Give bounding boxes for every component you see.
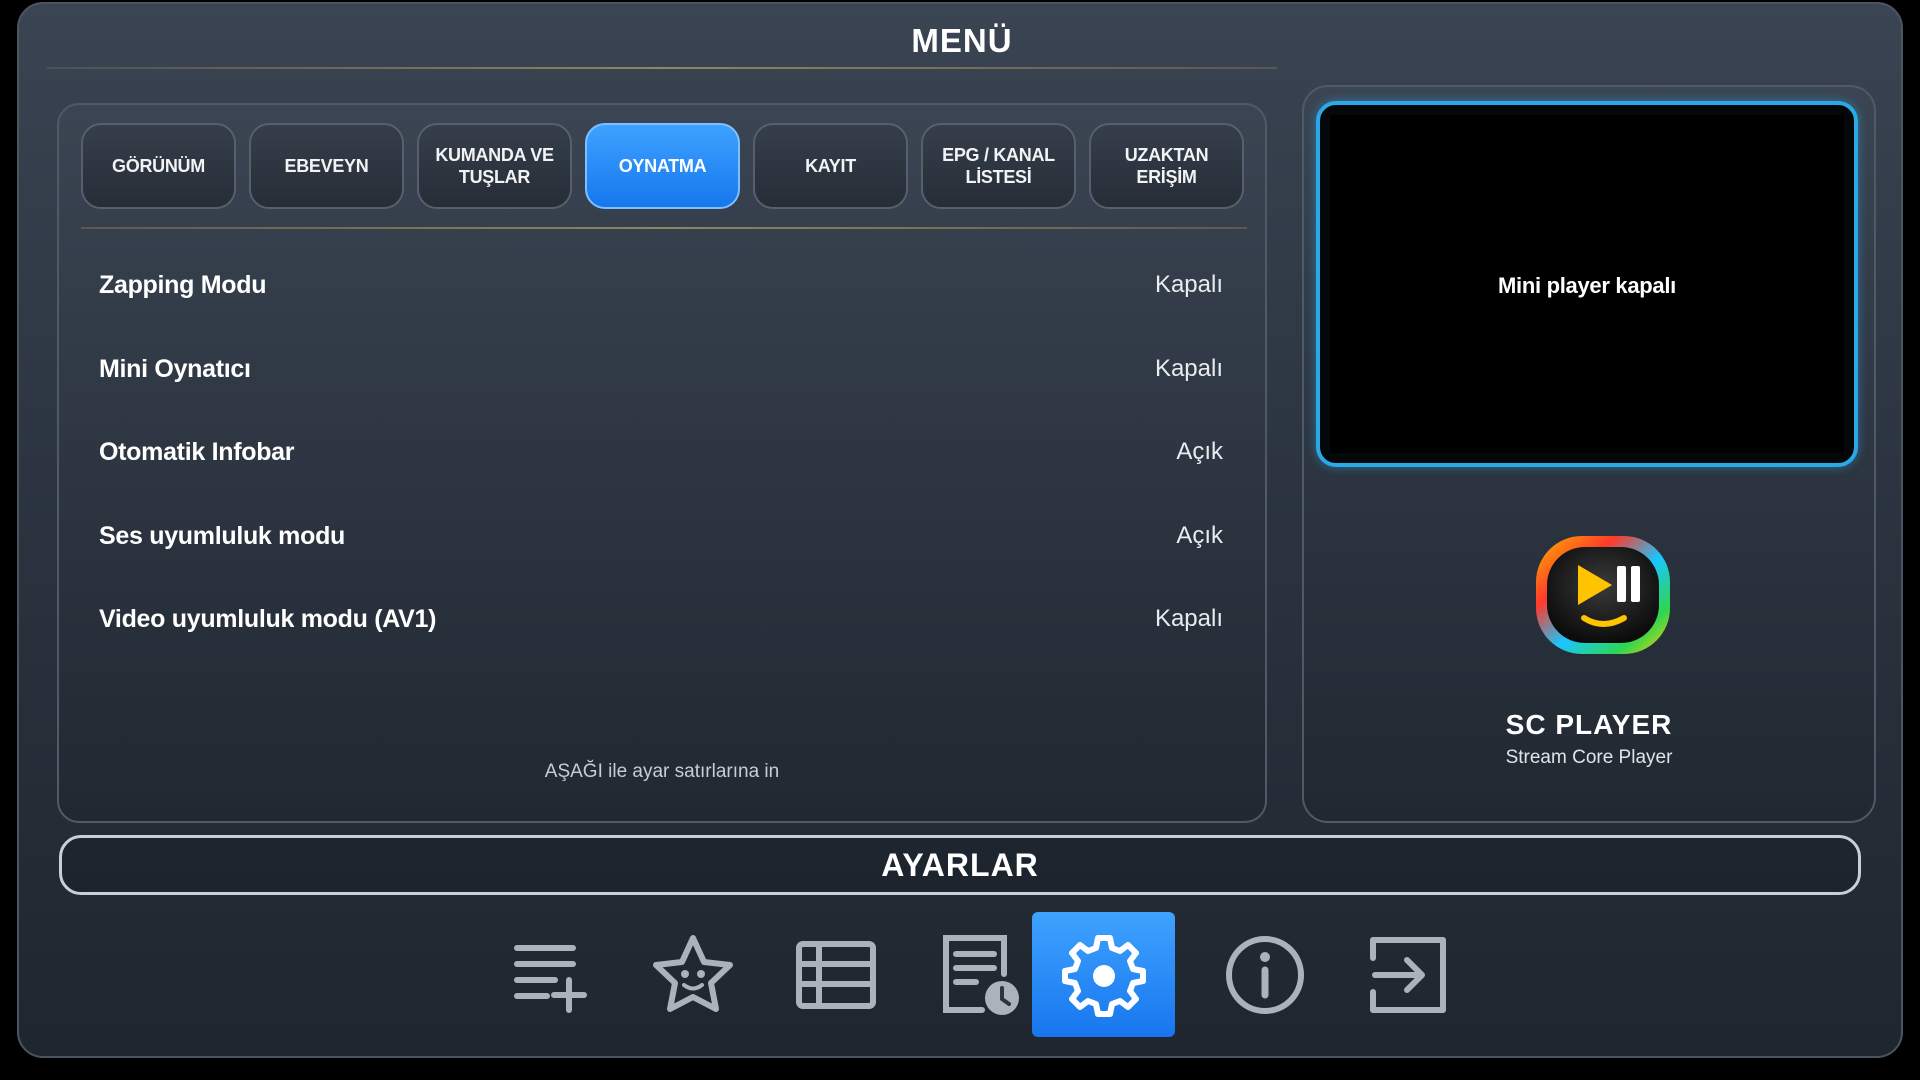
setting-value: Kapalı (1154, 605, 1223, 632)
tab-epg-kanal-listesi[interactable]: EPG / KANAL LİSTESİ (921, 123, 1076, 209)
mini-player-status: Mini player kapalı (1497, 273, 1676, 298)
mini-player-screen: Mini player kapalı (1330, 115, 1844, 453)
brand-subtitle: Stream Core Player (1505, 747, 1673, 768)
setting-label: Mini Oynatıcı (99, 354, 251, 383)
title-divider (47, 67, 1277, 69)
app-window: MENÜ GÖRÜNÜM EBEVEYN KUMANDA VE TUŞLAR O… (17, 2, 1903, 1058)
channel-list-icon (795, 940, 876, 1009)
setting-row-zapping-modu[interactable]: Zapping Modu Kapalı (99, 255, 1223, 315)
setting-label: Ses uyumluluk modu (99, 521, 346, 550)
setting-value: Kapalı (1154, 271, 1223, 298)
nav-exit-button[interactable] (1336, 912, 1479, 1037)
setting-label: Zapping Modu (99, 270, 267, 299)
favorites-star-icon (652, 934, 733, 1012)
setting-row-otomatik-infobar[interactable]: Otomatik Infobar Açık (99, 422, 1223, 482)
setting-value: Açık (1176, 438, 1223, 465)
tab-kumanda-ve-tuslar[interactable]: KUMANDA VE TUŞLAR (417, 123, 572, 209)
playlist-add-icon (513, 944, 587, 1013)
epg-schedule-icon (942, 934, 1019, 1015)
tabs-divider (81, 227, 1247, 229)
info-icon (1225, 935, 1304, 1014)
setting-label: Otomatik Infobar (99, 437, 295, 466)
nav-info-button[interactable] (1193, 912, 1336, 1037)
setting-row-video-uyumluluk-modu[interactable]: Video uyumluluk modu (AV1) Kapalı (99, 589, 1223, 649)
mini-player[interactable]: Mini player kapalı (1316, 101, 1858, 467)
section-title-bar: AYARLAR (59, 835, 1861, 895)
setting-row-mini-oynatici[interactable]: Mini Oynatıcı Kapalı (99, 339, 1223, 399)
category-tabs: GÖRÜNÜM EBEVEYN KUMANDA VE TUŞLAR OYNATM… (81, 123, 1244, 209)
navigation-hint: AŞAĞI ile ayar satırlarına in (544, 761, 780, 782)
play-pause-logo-icon (1528, 530, 1678, 660)
tab-ebeveyn[interactable]: EBEVEYN (249, 123, 404, 209)
nav-epg-button[interactable] (907, 912, 1050, 1037)
nav-favorites-button[interactable] (621, 912, 764, 1037)
page-title: MENÜ (911, 22, 1013, 59)
setting-label: Video uyumluluk modu (AV1) (99, 604, 437, 633)
setting-value: Açık (1176, 522, 1223, 549)
nav-settings-button[interactable] (1032, 912, 1175, 1037)
settings-panel: GÖRÜNÜM EBEVEYN KUMANDA VE TUŞLAR OYNATM… (57, 103, 1267, 823)
tab-uzaktan-erisim[interactable]: UZAKTAN ERİŞİM (1089, 123, 1244, 209)
settings-gear-icon (1061, 934, 1146, 1017)
brand-name: SC PLAYER (1505, 709, 1673, 740)
setting-row-ses-uyumluluk-modu[interactable]: Ses uyumluluk modu Açık (99, 506, 1223, 566)
tab-gorunum[interactable]: GÖRÜNÜM (81, 123, 236, 209)
bottom-nav (19, 912, 1901, 1039)
tab-oynatma[interactable]: OYNATMA (585, 123, 740, 209)
exit-icon (1369, 936, 1446, 1013)
nav-channel-list-button[interactable] (764, 912, 907, 1037)
preview-panel: Mini player kapalı SC PLAYER Stream Core… (1302, 85, 1876, 823)
tab-kayit[interactable]: KAYIT (753, 123, 908, 209)
setting-value: Kapalı (1154, 355, 1223, 382)
nav-playlist-add-button[interactable] (478, 912, 621, 1037)
